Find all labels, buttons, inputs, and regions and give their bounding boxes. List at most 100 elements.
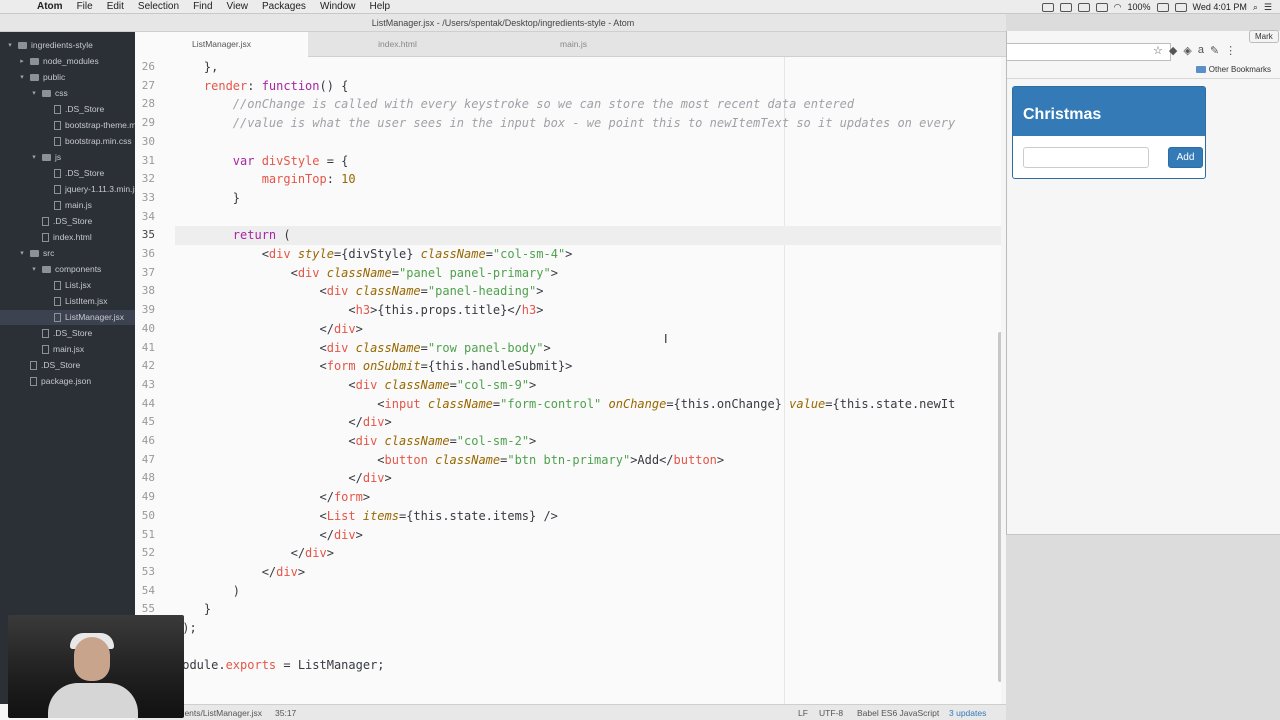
code-token: = [420,284,428,299]
tree-root[interactable]: ▾ ingredients-style [6,38,93,53]
folder-icon [30,58,39,65]
caret-down-icon: ▾ [8,42,12,49]
tree-file[interactable]: ListManager.jsx [0,310,135,325]
status-line-ending[interactable]: LF [798,705,808,720]
tree-file[interactable]: jquery-1.11.3.min.js [42,182,135,197]
status-cursor-position[interactable]: 35:17 [275,705,296,720]
code-token: < [175,396,385,411]
item-input[interactable] [1023,147,1149,168]
profile-button[interactable]: Mark [1249,30,1279,43]
eyedropper-icon[interactable]: ✎ [1210,44,1219,57]
menu-window[interactable]: Window [313,0,363,14]
code-line: </div> [175,413,391,432]
tree-folder[interactable]: ▸ node_modules [18,54,99,69]
code-token: > [384,471,392,486]
clock[interactable]: Wed 4:01 PM [1193,2,1247,12]
code-token: : [247,78,262,93]
tree-file[interactable]: .DS_Store [30,214,92,229]
vertical-scrollbar[interactable] [998,332,1001,682]
code-token: className [355,284,421,299]
code-token: input [384,396,428,411]
notification-center-icon[interactable]: ☰ [1264,2,1272,13]
layers-icon[interactable]: ◆ [1169,44,1177,57]
status-encoding[interactable]: UTF-8 [819,705,843,720]
line-number-gutter[interactable]: 26 27 28 29 30 31 32 33 34 35 36 37 38 39 40 41 42 43 44 45… [135,57,167,705]
code-line: return ( [175,226,1001,245]
menu-selection[interactable]: Selection [131,0,186,14]
tree-folder[interactable]: ▾ public [18,70,65,85]
tree-file[interactable]: .DS_Store [42,102,104,117]
menu-app[interactable]: Atom [30,0,70,14]
tree-folder[interactable]: ▾ js [30,150,61,165]
menu-edit[interactable]: Edit [100,0,131,14]
line-number: 48 [141,471,155,485]
menu-help[interactable]: Help [363,0,398,14]
tree-file[interactable]: ListItem.jsx [42,294,108,309]
code-line: var divStyle = { [175,152,349,171]
line-number: 39 [141,303,155,317]
line-number: 35 [141,228,155,242]
tree-file[interactable]: bootstrap-theme.min.css [42,118,135,133]
tree-item-label: css [55,88,68,98]
tree-item-label: ListItem.jsx [65,296,108,306]
star-icon[interactable]: ☆ [1153,44,1163,57]
flag-icon[interactable] [1174,2,1187,12]
tree-file[interactable]: bootstrap.min.css [42,134,132,149]
tree-file[interactable]: .DS_Store [42,166,104,181]
code-token: > [529,434,537,448]
tab-listmanager[interactable]: ListManager.jsx [135,32,308,57]
code-token: //value is what the user sees in the inp… [175,116,956,131]
code-token: List [326,508,363,523]
code-token: : [326,172,342,187]
bluetooth-icon[interactable] [1095,2,1108,12]
add-button[interactable]: Add [1168,147,1203,168]
address-bar[interactable] [1007,43,1171,61]
tree-file[interactable]: package.json [18,374,91,389]
menu-packages[interactable]: Packages [255,0,313,14]
code-token: () { [319,78,349,93]
tree-file[interactable]: List.jsx [42,278,91,293]
code-token: > [297,564,306,579]
code-token: < [175,508,327,523]
status-updates[interactable]: 3 updates [949,705,986,720]
amazon-icon[interactable]: a [1198,44,1204,57]
wifi-icon[interactable]: ◠ [1114,2,1122,13]
tree-file[interactable]: main.jsx [30,342,84,357]
code-token: < [175,340,327,355]
tab-main-js[interactable]: main.js [487,32,660,57]
tree-file[interactable]: main.js [42,198,92,213]
file-icon [42,345,49,354]
code-token: divStyle [261,153,320,168]
tree-root-label: ingredients-style [31,40,93,50]
tree-file[interactable]: .DS_Store [18,358,80,373]
dropbox-icon[interactable] [1077,2,1090,12]
file-icon [54,121,61,130]
tree-file[interactable]: .DS_Store [30,326,92,341]
menu-icon[interactable]: ⋮ [1225,44,1236,57]
battery-level[interactable]: 100% [1127,2,1150,12]
screen: Atom File Edit Selection Find View Packa… [0,0,1280,720]
menu-find[interactable]: Find [186,0,219,14]
spotlight-search-icon[interactable]: ⌕ [1253,2,1258,13]
tree-folder[interactable]: ▾ components [30,262,101,277]
status-grammar[interactable]: Babel ES6 JavaScript [857,705,939,720]
code-line: <div className="col-sm-2"> [175,432,536,451]
status-file-path[interactable]: onents/ListManager.jsx [175,705,262,720]
extension-icon[interactable]: ◈ [1183,44,1191,57]
caret-right-icon: ▸ [20,58,24,65]
line-number: 36 [141,247,155,260]
screen-share-icon[interactable] [1041,2,1054,12]
code-token: h3 [521,303,537,318]
menu-view[interactable]: View [220,0,256,14]
code-editor[interactable]: 26 27 28 29 30 31 32 33 34 35 36 37 38 39 40 41 42 43 44 45… [135,57,1001,705]
menu-file[interactable]: File [70,0,100,14]
text-cursor-icon: I [664,332,668,346]
tree-folder[interactable]: ▾ src [18,246,54,261]
tree-folder[interactable]: ▾ css [30,86,68,101]
tab-index-html[interactable]: index.html [311,32,484,57]
tree-file[interactable]: index.html [30,230,92,245]
code-token: ) [175,583,241,598]
camera-icon[interactable] [1059,2,1072,12]
other-bookmarks[interactable]: Other Bookmarks [1195,65,1271,74]
tree-item-label: .DS_Store [41,360,81,370]
